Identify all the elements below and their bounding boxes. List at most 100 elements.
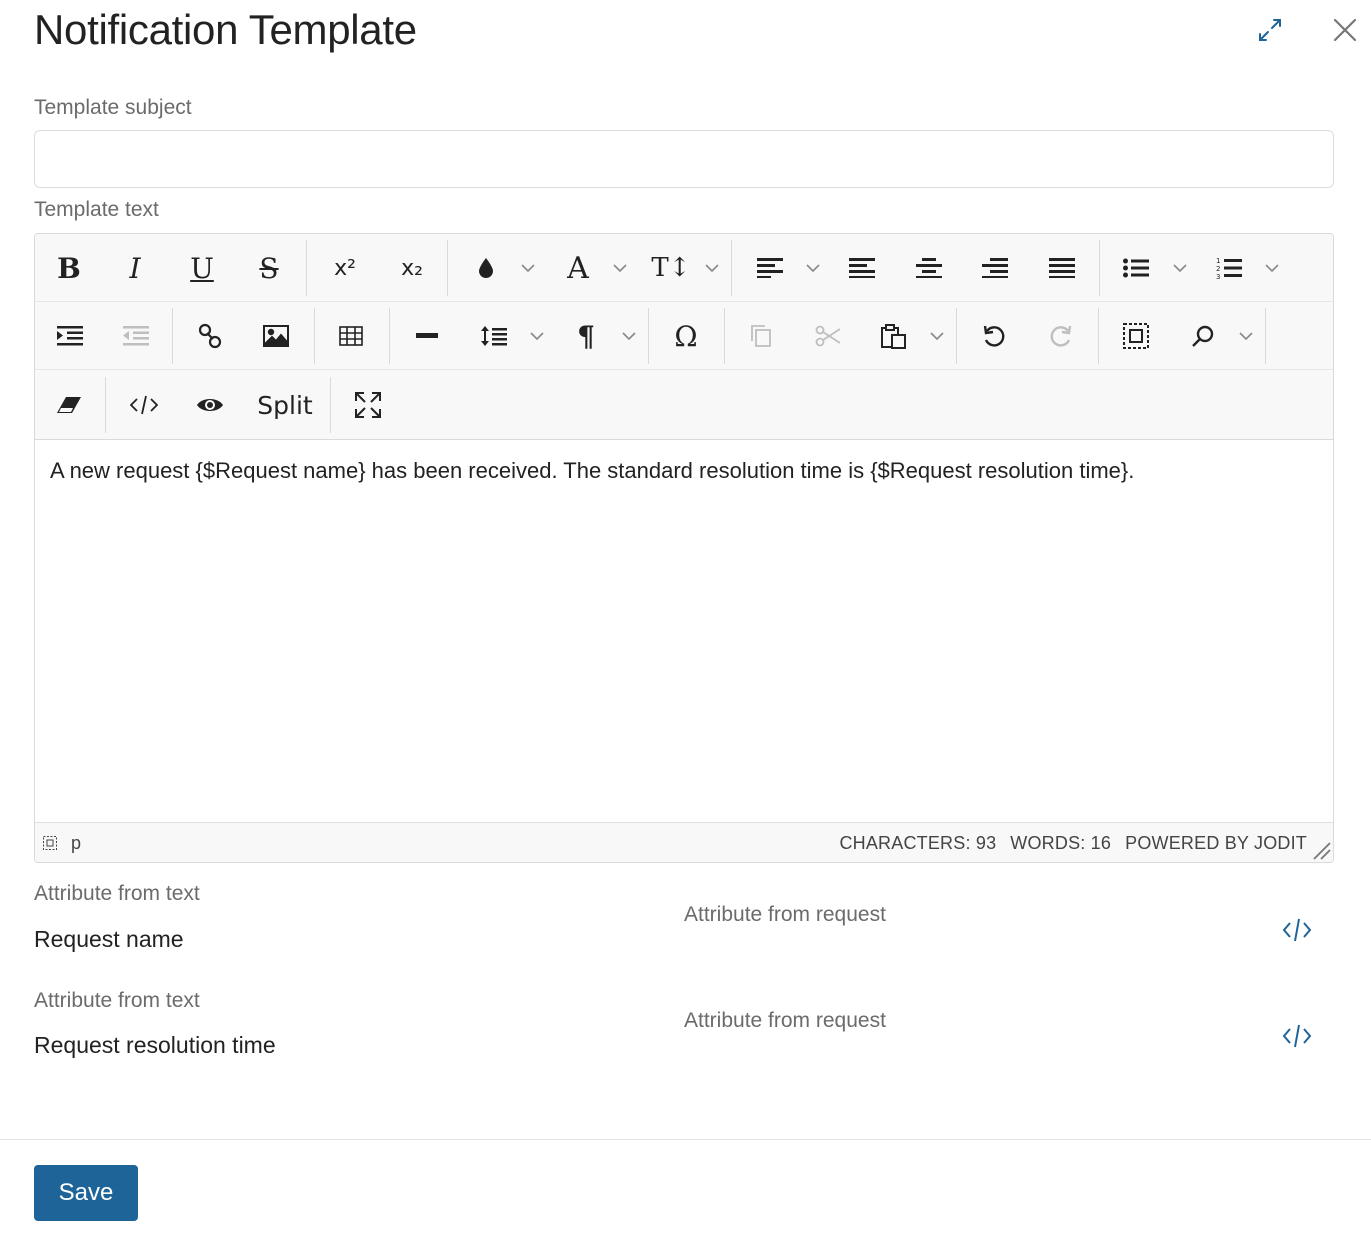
align-left-button[interactable] bbox=[845, 234, 879, 302]
svg-text:2: 2 bbox=[1216, 265, 1220, 273]
bullet-list-button[interactable] bbox=[1119, 234, 1153, 302]
table-button[interactable] bbox=[334, 302, 368, 370]
page-title: Notification Template bbox=[34, 6, 417, 53]
chevron-down-icon bbox=[705, 264, 719, 273]
font-size-button[interactable]: T↕ bbox=[651, 234, 691, 302]
align-center-icon bbox=[916, 258, 942, 278]
chevron-down-icon bbox=[530, 332, 544, 341]
chevron-down-icon bbox=[622, 332, 636, 341]
horizontal-line-button[interactable] bbox=[410, 302, 444, 370]
align-justify-icon bbox=[1049, 258, 1075, 278]
select-icon[interactable] bbox=[43, 836, 57, 850]
character-count: CHARACTERS: 93 bbox=[839, 832, 997, 853]
source-code-button[interactable] bbox=[127, 371, 161, 439]
align-left-icon bbox=[849, 258, 875, 278]
code-icon bbox=[1282, 1024, 1312, 1048]
link-button[interactable] bbox=[193, 302, 227, 370]
insert-code-button[interactable] bbox=[1278, 911, 1316, 949]
line-height-dropdown[interactable] bbox=[526, 302, 548, 370]
search-icon bbox=[1192, 325, 1214, 347]
align-right-button[interactable] bbox=[978, 234, 1012, 302]
paragraph-dropdown[interactable] bbox=[618, 302, 640, 370]
element-path[interactable]: p bbox=[71, 833, 81, 854]
font-button[interactable]: A bbox=[560, 234, 596, 302]
image-icon bbox=[263, 325, 289, 347]
attribute-from-request-field[interactable]: Attribute from request bbox=[684, 903, 886, 927]
code-icon bbox=[1282, 918, 1312, 942]
copy-button[interactable] bbox=[744, 302, 778, 370]
attribute-from-request-field[interactable]: Attribute from request bbox=[684, 1009, 886, 1033]
font-size-dropdown[interactable] bbox=[701, 234, 723, 302]
resize-handle[interactable] bbox=[1309, 838, 1331, 860]
italic-button[interactable]: I bbox=[115, 234, 155, 302]
fullsize-button[interactable] bbox=[351, 371, 385, 439]
underline-icon: U bbox=[190, 251, 214, 285]
preview-button[interactable] bbox=[193, 371, 227, 439]
subscript-icon: x₂ bbox=[401, 255, 423, 281]
editor-toolbar: B I U S x² x₂ A T↕ 1 2 3 ¶ Ω Split bbox=[35, 234, 1333, 440]
link-icon bbox=[198, 323, 222, 349]
subscript-button[interactable]: x₂ bbox=[390, 234, 434, 302]
editor-statusbar: p CHARACTERS: 93 WORDS: 16 POWERED BY JO… bbox=[35, 822, 1333, 862]
undo-icon bbox=[983, 325, 1005, 347]
powered-by-link[interactable]: POWERED BY JODIT bbox=[1125, 833, 1307, 854]
text-color-button[interactable] bbox=[471, 234, 501, 302]
line-height-button[interactable] bbox=[477, 302, 511, 370]
symbol-button[interactable]: Ω bbox=[669, 302, 703, 370]
undo-button[interactable] bbox=[977, 302, 1011, 370]
bold-button[interactable]: B bbox=[49, 234, 89, 302]
chevron-down-icon bbox=[1265, 264, 1279, 273]
toolbar-row-3: Split bbox=[35, 371, 1333, 440]
paste-button[interactable] bbox=[877, 302, 911, 370]
numbered-list-dropdown[interactable] bbox=[1261, 234, 1283, 302]
attribute-from-text-value: Request name bbox=[34, 926, 184, 952]
svg-text:1: 1 bbox=[1216, 257, 1220, 265]
svg-text:3: 3 bbox=[1216, 273, 1220, 280]
align-justify-button[interactable] bbox=[1045, 234, 1079, 302]
horizontal-line-icon bbox=[416, 333, 438, 338]
underline-button[interactable]: U bbox=[182, 234, 222, 302]
text-color-dropdown[interactable] bbox=[517, 234, 539, 302]
outdent-icon bbox=[123, 326, 149, 346]
insert-code-button[interactable] bbox=[1278, 1017, 1316, 1055]
font-size-icon: T↕ bbox=[651, 253, 691, 283]
cut-button[interactable] bbox=[811, 302, 845, 370]
align-dropdown[interactable] bbox=[802, 234, 824, 302]
word-count: WORDS: 16 bbox=[1010, 832, 1112, 853]
attribute-from-text-label: Attribute from text bbox=[34, 989, 200, 1012]
numbered-list-icon: 123 bbox=[1216, 257, 1242, 280]
outdent-button[interactable] bbox=[119, 302, 153, 370]
paragraph-button[interactable]: ¶ bbox=[569, 302, 603, 370]
align-center-button[interactable] bbox=[912, 234, 946, 302]
color-drop-icon bbox=[479, 258, 493, 278]
chevron-down-icon bbox=[613, 264, 627, 273]
indent-button[interactable] bbox=[53, 302, 87, 370]
align-button[interactable] bbox=[753, 234, 787, 302]
superscript-button[interactable]: x² bbox=[323, 234, 367, 302]
chevron-down-icon bbox=[521, 264, 535, 273]
omega-icon: Ω bbox=[674, 319, 698, 353]
indent-icon bbox=[57, 326, 83, 346]
numbered-list-button[interactable]: 123 bbox=[1212, 234, 1246, 302]
close-icon[interactable] bbox=[1325, 10, 1365, 50]
image-button[interactable] bbox=[259, 302, 293, 370]
resize-icon bbox=[1313, 842, 1331, 860]
search-button[interactable] bbox=[1186, 302, 1220, 370]
split-button[interactable]: Split bbox=[255, 371, 315, 439]
paragraph-icon: ¶ bbox=[577, 319, 595, 353]
select-all-button[interactable] bbox=[1119, 302, 1153, 370]
editor-content[interactable]: A new request {$Request name} has been r… bbox=[35, 440, 1333, 823]
template-text-label: Template text bbox=[34, 198, 159, 221]
save-button[interactable]: Save bbox=[34, 1165, 138, 1221]
expand-icon[interactable] bbox=[1250, 10, 1290, 50]
strikethrough-button[interactable]: S bbox=[249, 234, 289, 302]
font-dropdown[interactable] bbox=[609, 234, 631, 302]
redo-button[interactable] bbox=[1044, 302, 1078, 370]
bullet-list-dropdown[interactable] bbox=[1169, 234, 1191, 302]
eye-icon bbox=[197, 399, 223, 411]
search-dropdown[interactable] bbox=[1235, 302, 1257, 370]
eraser-button[interactable] bbox=[52, 371, 86, 439]
paste-dropdown[interactable] bbox=[926, 302, 948, 370]
redo-icon bbox=[1050, 325, 1072, 347]
subject-input[interactable] bbox=[34, 130, 1334, 188]
